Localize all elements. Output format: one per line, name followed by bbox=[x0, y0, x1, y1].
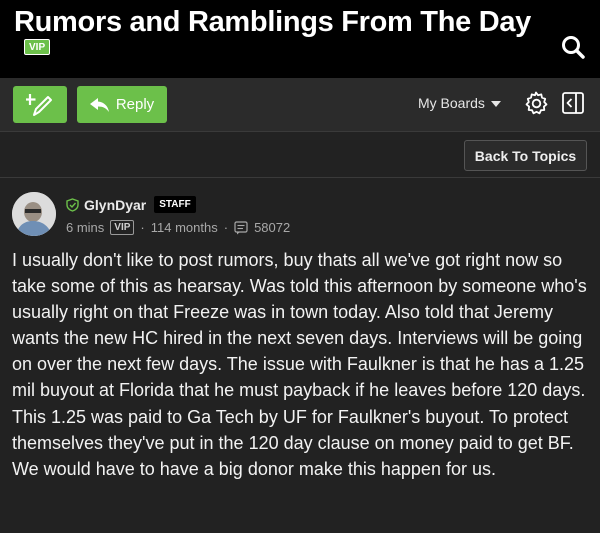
post-timestamp: 6 mins bbox=[66, 220, 105, 235]
search-icon[interactable] bbox=[560, 34, 586, 60]
toolbar: Reply My Boards bbox=[0, 78, 600, 132]
separator-dot: · bbox=[223, 220, 229, 235]
collapse-sidebar-icon[interactable] bbox=[562, 92, 584, 114]
member-duration: 114 months bbox=[150, 220, 218, 235]
back-to-topics-button[interactable]: Back To Topics bbox=[464, 140, 587, 171]
top-header: Rumors and Ramblings From The Day VIP bbox=[0, 0, 600, 78]
shield-icon bbox=[66, 197, 79, 212]
new-post-button[interactable] bbox=[13, 86, 67, 123]
chevron-down-icon bbox=[490, 101, 501, 107]
separator-dot: · bbox=[140, 220, 145, 235]
reply-label: Reply bbox=[115, 96, 155, 113]
staff-badge: STAFF bbox=[154, 196, 196, 213]
vip-badge-small: VIP bbox=[110, 220, 135, 235]
avatar[interactable] bbox=[12, 192, 56, 236]
post-count-icon bbox=[234, 220, 248, 234]
my-boards-dropdown[interactable]: My Boards bbox=[418, 95, 501, 111]
new-post-icon bbox=[26, 93, 52, 116]
post-count: 58072 bbox=[254, 220, 291, 235]
reply-arrow-icon bbox=[89, 97, 109, 112]
vip-badge: VIP bbox=[24, 39, 51, 55]
author-row: GlynDyar STAFF bbox=[66, 196, 196, 213]
sub-toolbar: Back To Topics bbox=[0, 132, 600, 178]
post: GlynDyar STAFF 6 mins VIP · 114 months ·… bbox=[0, 179, 600, 533]
page-title: Rumors and Ramblings From The Day bbox=[14, 6, 532, 38]
my-boards-label: My Boards bbox=[418, 95, 485, 111]
gear-icon[interactable] bbox=[524, 91, 548, 115]
avatar-image bbox=[12, 192, 56, 236]
post-meta: 6 mins VIP · 114 months · 58072 bbox=[66, 220, 290, 235]
reply-button[interactable]: Reply bbox=[77, 86, 167, 123]
post-body: I usually don't like to post rumors, buy… bbox=[12, 250, 587, 479]
username-link[interactable]: GlynDyar bbox=[84, 197, 146, 213]
